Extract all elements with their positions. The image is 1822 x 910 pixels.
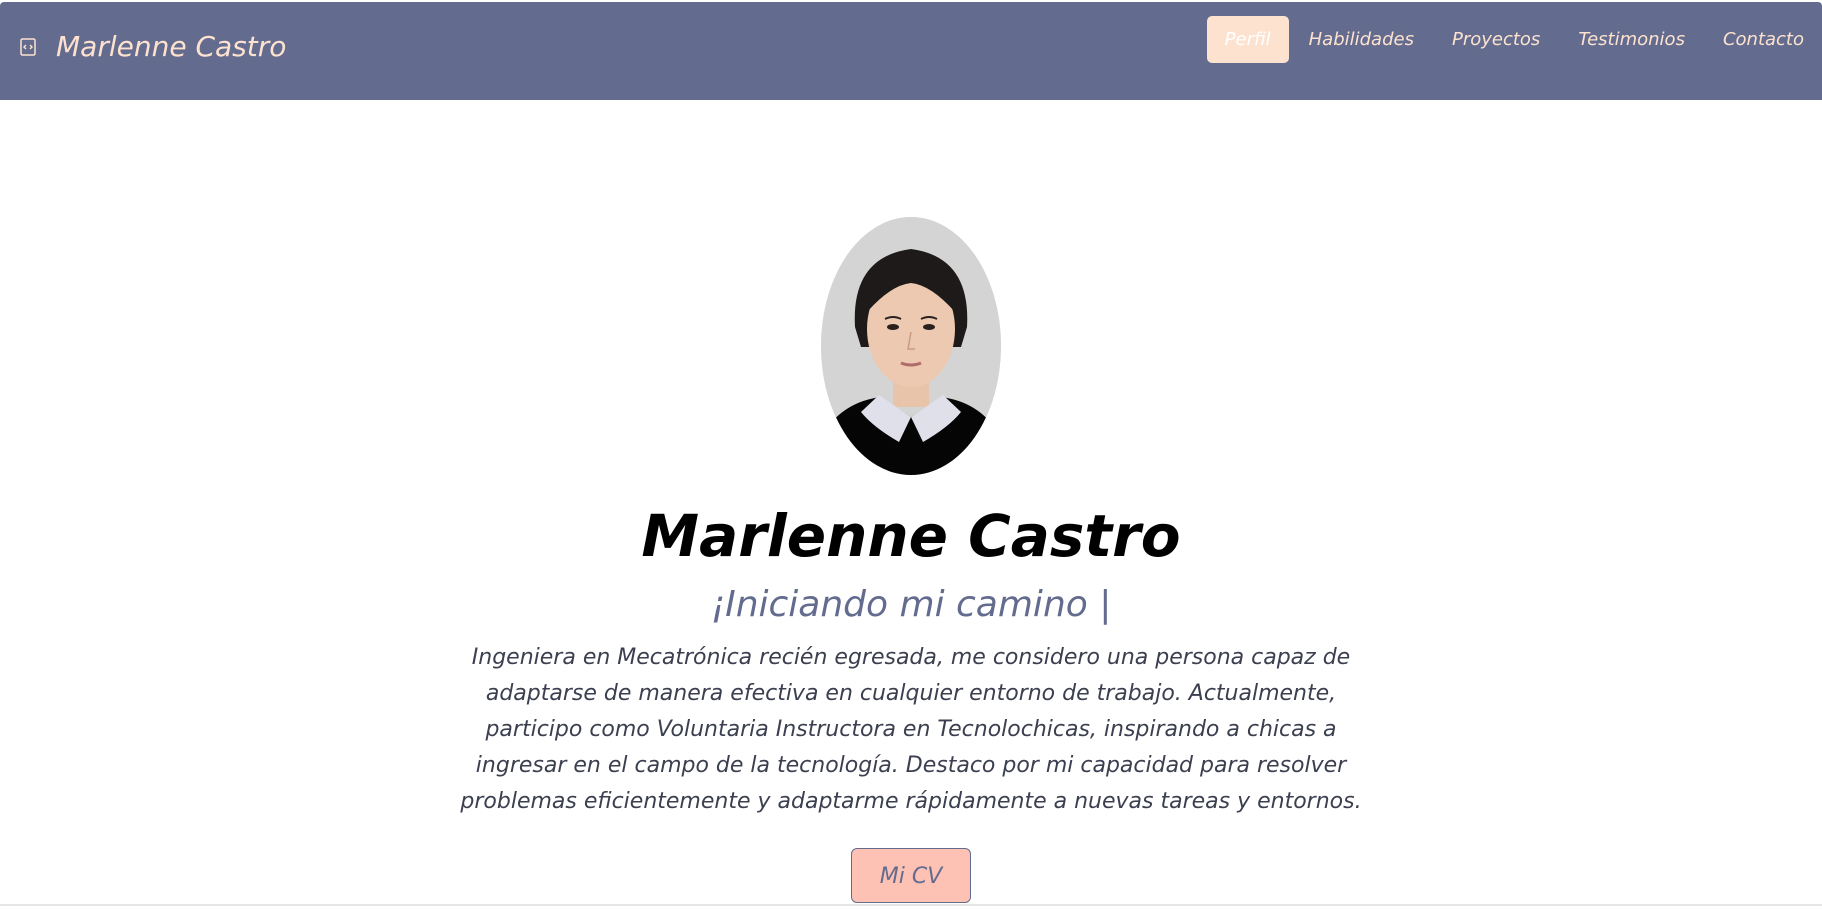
brand-name: Marlenne Castro xyxy=(56,30,287,63)
divider xyxy=(0,904,1822,906)
nav-item-perfil[interactable]: Perfil xyxy=(1206,16,1289,63)
profile-bio: Ingeniera en Mecatrónica recién egresada… xyxy=(460,645,1362,814)
nav-item-proyectos[interactable]: Proyectos xyxy=(1434,16,1558,63)
cv-button[interactable]: Mi CV xyxy=(851,848,971,903)
profile-section: Marlenne Castro ¡Iniciando mi camino | I… xyxy=(0,100,1822,904)
nav-item-contacto[interactable]: Contacto xyxy=(1705,16,1822,63)
navbar: Marlenne Castro Perfil Habilidades Proye… xyxy=(0,2,1822,100)
nav-item-habilidades[interactable]: Habilidades xyxy=(1291,16,1432,63)
profile-name: Marlenne Castro xyxy=(641,502,1181,570)
main-nav: Perfil Habilidades Proyectos Testimonios… xyxy=(1205,16,1822,63)
profile-tagline: ¡Iniciando mi camino | xyxy=(710,584,1112,625)
profile-photo xyxy=(821,217,1001,475)
brand-link[interactable]: Marlenne Castro xyxy=(18,30,286,63)
code-file-icon xyxy=(18,37,38,57)
nav-item-testimonios[interactable]: Testimonios xyxy=(1560,16,1703,63)
